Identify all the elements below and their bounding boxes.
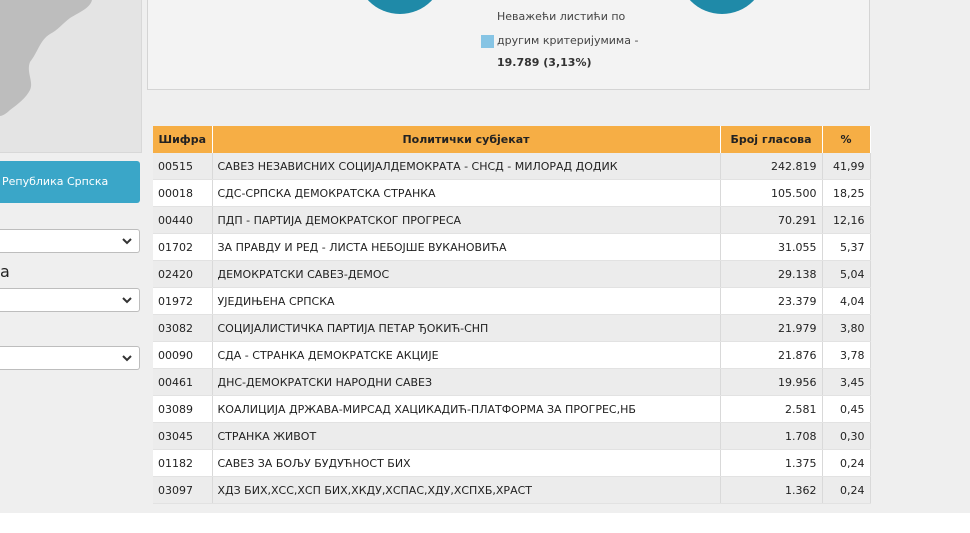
cell-votes: 1.375	[720, 449, 823, 477]
cell-code: 03097	[153, 476, 213, 504]
map-shape	[0, 0, 92, 116]
chart-circle-left	[356, 0, 444, 14]
table-row: 03082 СОЦИЈАЛИСТИЧКА ПАРТИЈА ПЕТАР ЂОКИЋ-…	[153, 314, 871, 342]
cell-percent: 0,24	[822, 476, 871, 504]
cell-code: 03082	[153, 314, 213, 342]
summary-panel: Неважећи листићи по другим критеријумима…	[147, 0, 870, 90]
cell-percent: 0,45	[822, 395, 871, 423]
cell-percent: 4,04	[822, 287, 871, 315]
cell-percent: 0,24	[822, 449, 871, 477]
invalid-ballots-label: Неважећи листићи по	[497, 10, 626, 23]
cell-party: СДА - СТРАНКА ДЕМОКРАТСКЕ АКЦИЈЕ	[212, 341, 721, 369]
cell-code: 00090	[153, 341, 213, 369]
select-2[interactable]	[0, 288, 140, 312]
cell-percent: 5,37	[822, 233, 871, 261]
cell-party: СОЦИЈАЛИСТИЧКА ПАРТИЈА ПЕТАР ЂОКИЋ-СНП	[212, 314, 721, 342]
cell-party: ДНС-ДЕМОКРАТСКИ НАРОДНИ САВЕЗ	[212, 368, 721, 396]
table-row: 00440 ПДП - ПАРТИЈА ДЕМОКРАТСКОГ ПРОГРЕСА…	[153, 206, 871, 234]
chevron-down-icon	[122, 297, 132, 304]
table-row: 00090 СДА - СТРАНКА ДЕМОКРАТСКЕ АКЦИЈЕ 21.…	[153, 341, 871, 369]
table-row: 00018 СДС-СРПСКА ДЕМОКРАТСКА СТРАНКА 105.5…	[153, 179, 871, 207]
cell-percent: 41,99	[822, 153, 871, 180]
republika-srpska-button[interactable]: Републикa Српска	[0, 161, 140, 203]
cell-percent: 0,30	[822, 422, 871, 450]
table-row: 00515 САВЕЗ НЕЗАВИСНИХ СОЦИЈАЛДЕМОКРАТА -…	[153, 153, 871, 180]
cell-percent: 12,16	[822, 206, 871, 234]
invalid-ballots-criteria: другим критеријумима -	[497, 34, 639, 47]
cell-code: 01972	[153, 287, 213, 315]
cell-party: САВЕЗ НЕЗАВИСНИХ СОЦИЈАЛДЕМОКРАТА - СНСД…	[212, 153, 721, 180]
cell-votes: 19.956	[720, 368, 823, 396]
side-label: а	[0, 262, 10, 281]
results-table: Шифра Политички субјекат Број гласова % …	[153, 126, 871, 504]
table-row: 00461 ДНС-ДЕМОКРАТСКИ НАРОДНИ САВЕЗ 19.956…	[153, 368, 871, 396]
table-row: 03097 ХДЗ БИХ,ХСС,ХСП БИХ,ХКДУ,ХСПАС,ХДУ,…	[153, 476, 871, 504]
results-page: Републикa Српска а Неважећи листићи по д…	[0, 0, 970, 513]
cell-party: ХДЗ БИХ,ХСС,ХСП БИХ,ХКДУ,ХСПАС,ХДУ,ХСПХБ…	[212, 476, 721, 504]
cell-votes: 29.138	[720, 260, 823, 288]
cell-percent: 3,45	[822, 368, 871, 396]
cell-party: КОАЛИЦИЈА ДРЖАВА-МИРСАД ХАЦИКАДИЋ-ПЛАТФО…	[212, 395, 721, 423]
cell-party: САВЕЗ ЗА БОЉУ БУДУЋНОСТ БИХ	[212, 449, 721, 477]
cell-code: 01182	[153, 449, 213, 477]
table-row: 03045 СТРАНКА ЖИВОТ 1.708 0,30	[153, 422, 871, 450]
cell-code: 03045	[153, 422, 213, 450]
cell-code: 01702	[153, 233, 213, 261]
cell-votes: 1.362	[720, 476, 823, 504]
cell-party: СТРАНКА ЖИВОТ	[212, 422, 721, 450]
chevron-down-icon	[122, 238, 132, 245]
cell-percent: 3,78	[822, 341, 871, 369]
header-code: Шифра	[153, 126, 213, 153]
cell-votes: 105.500	[720, 179, 823, 207]
cell-votes: 21.876	[720, 341, 823, 369]
cell-percent: 3,80	[822, 314, 871, 342]
cell-percent: 18,25	[822, 179, 871, 207]
header-votes: Број гласова	[720, 126, 823, 153]
cell-votes: 2.581	[720, 395, 823, 423]
cell-party: ПДП - ПАРТИЈА ДЕМОКРАТСКОГ ПРОГРЕСА	[212, 206, 721, 234]
cell-party: ДЕМОКРАТСКИ САВЕЗ-ДЕМОС	[212, 260, 721, 288]
cell-code: 00461	[153, 368, 213, 396]
cell-percent: 5,04	[822, 260, 871, 288]
cell-party: УЈЕДИЊЕНА СРПСКА	[212, 287, 721, 315]
cell-votes: 23.379	[720, 287, 823, 315]
cell-votes: 242.819	[720, 153, 823, 180]
select-3[interactable]	[0, 346, 140, 370]
table-row: 02420 ДЕМОКРАТСКИ САВЕЗ-ДЕМОС 29.138 5,04	[153, 260, 871, 288]
cell-votes: 21.979	[720, 314, 823, 342]
table-header-row: Шифра Политички субјекат Број гласова %	[153, 126, 871, 153]
chart-circle-right	[678, 0, 766, 14]
table-row: 01182 САВЕЗ ЗА БОЉУ БУДУЋНОСТ БИХ 1.375 0,2…	[153, 449, 871, 477]
table-row: 03089 КОАЛИЦИЈА ДРЖАВА-МИРСАД ХАЦИКАДИЋ-П…	[153, 395, 871, 423]
cell-votes: 31.055	[720, 233, 823, 261]
header-percent: %	[822, 126, 871, 153]
cell-party: СДС-СРПСКА ДЕМОКРАТСКА СТРАНКА	[212, 179, 721, 207]
table-row: 01972 УЈЕДИЊЕНА СРПСКА 23.379 4,04	[153, 287, 871, 315]
cell-code: 00440	[153, 206, 213, 234]
cell-votes: 70.291	[720, 206, 823, 234]
select-1[interactable]	[0, 229, 140, 253]
legend-swatch	[481, 35, 494, 48]
cell-code: 00018	[153, 179, 213, 207]
table-row: 01702 ЗА ПРАВДУ И РЕД - ЛИСТА НЕБОЈШЕ ВУК…	[153, 233, 871, 261]
cell-votes: 1.708	[720, 422, 823, 450]
cell-code: 02420	[153, 260, 213, 288]
cell-code: 03089	[153, 395, 213, 423]
header-party: Политички субјекат	[212, 126, 721, 153]
cell-party: ЗА ПРАВДУ И РЕД - ЛИСТА НЕБОЈШЕ ВУКАНОВИ…	[212, 233, 721, 261]
chevron-down-icon	[122, 355, 132, 362]
invalid-ballots-value: 19.789 (3,13%)	[497, 56, 592, 69]
region-map[interactable]	[0, 0, 142, 153]
cell-code: 00515	[153, 153, 213, 180]
